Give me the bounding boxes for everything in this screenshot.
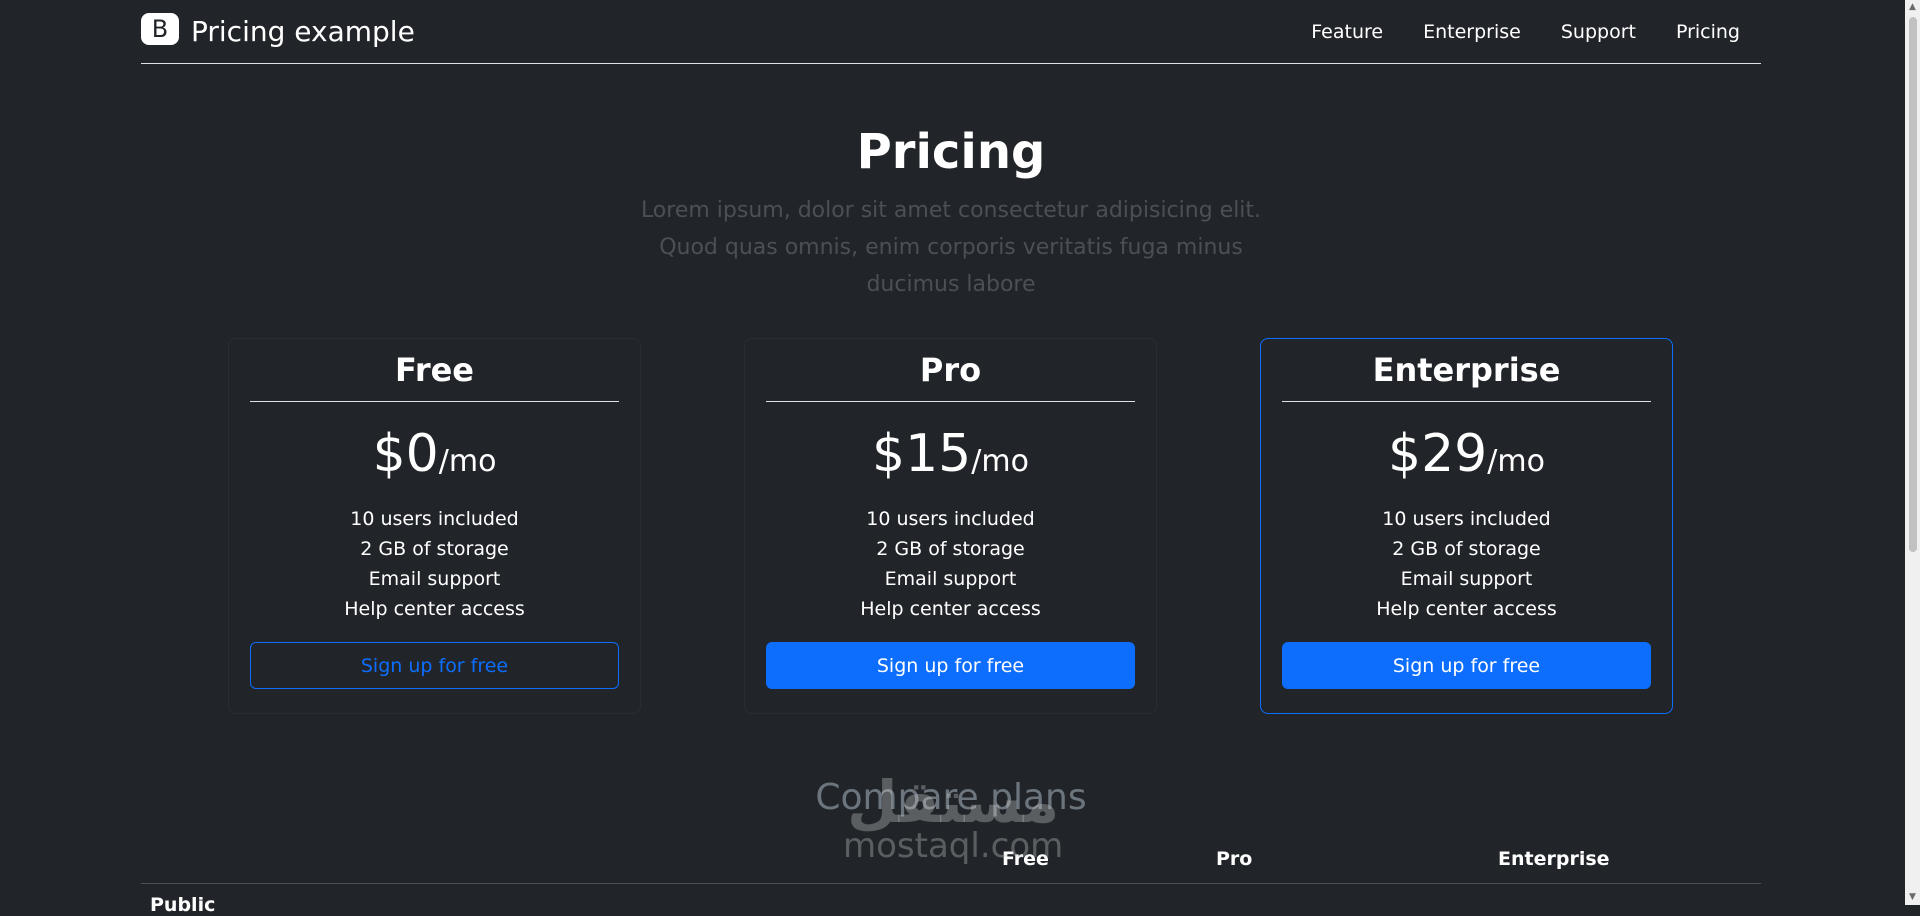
column-free: Free	[1002, 848, 1049, 870]
vertical-scrollbar[interactable]: ▲ ▼	[1905, 0, 1920, 905]
column-enterprise: Enterprise	[1498, 848, 1610, 870]
plan-price: $29/mo	[1261, 424, 1672, 484]
feature-item: 10 users included	[1382, 508, 1551, 530]
price-amount: $0	[372, 424, 439, 484]
feature-item: Email support	[884, 568, 1017, 590]
signup-enterprise-button[interactable]: Sign up for free	[1282, 642, 1651, 689]
plan-price: $15/mo	[745, 424, 1156, 484]
nav-enterprise[interactable]: Enterprise	[1423, 21, 1521, 43]
pricing-card-pro: Pro $15/mo 10 users included 2 GB of sto…	[744, 338, 1157, 714]
hero-lead: Lorem ipsum, dolor sit amet consectetur …	[640, 198, 1262, 297]
feature-item: Email support	[368, 568, 501, 590]
signup-pro-button[interactable]: Sign up for free	[766, 642, 1135, 689]
plan-name: Enterprise	[1282, 339, 1651, 402]
price-amount: $15	[872, 424, 972, 484]
feature-item: Help center access	[344, 598, 525, 620]
feature-list: 10 users included 2 GB of storage Email …	[229, 504, 640, 624]
plan-price: $0/mo	[229, 424, 640, 484]
compare-table-header: Free Pro Enterprise	[141, 846, 1761, 884]
hero: Pricing Lorem ipsum, dolor sit amet cons…	[141, 124, 1761, 303]
feature-item: 10 users included	[350, 508, 519, 530]
feature-item: 2 GB of storage	[1392, 538, 1541, 560]
main-nav: Feature Enterprise Support Pricing	[1271, 21, 1761, 43]
feature-list: 10 users included 2 GB of storage Email …	[1261, 504, 1672, 624]
compare-title: Compare plans	[815, 777, 1087, 818]
nav-support[interactable]: Support	[1561, 21, 1636, 43]
plan-name: Pro	[766, 339, 1135, 402]
page-container: B Pricing example Feature Enterprise Sup…	[141, 0, 1761, 916]
scrollbar-thumb[interactable]	[1909, 17, 1917, 552]
brand[interactable]: B Pricing example	[141, 12, 415, 48]
price-unit: /mo	[438, 444, 497, 479]
feature-item: 2 GB of storage	[360, 538, 509, 560]
feature-list: 10 users included 2 GB of storage Email …	[745, 504, 1156, 624]
pricing-card-free: Free $0/mo 10 users included 2 GB of sto…	[228, 338, 641, 714]
feature-item: Email support	[1400, 568, 1533, 590]
price-amount: $29	[1388, 424, 1488, 484]
pricing-cards: Free $0/mo 10 users included 2 GB of sto…	[228, 338, 1673, 714]
feature-item: Help center access	[1376, 598, 1557, 620]
pricing-card-enterprise: Enterprise $29/mo 10 users included 2 GB…	[1260, 338, 1673, 714]
feature-item: 2 GB of storage	[876, 538, 1025, 560]
plan-name: Free	[250, 339, 619, 402]
scroll-up-arrow-icon[interactable]: ▲	[1905, 0, 1920, 15]
table-row-label: Public	[150, 894, 216, 916]
price-unit: /mo	[971, 444, 1029, 479]
page-title: Pricing	[856, 124, 1046, 180]
nav-feature[interactable]: Feature	[1311, 21, 1383, 43]
feature-item: Help center access	[860, 598, 1041, 620]
column-pro: Pro	[1216, 848, 1253, 870]
feature-item: 10 users included	[866, 508, 1035, 530]
scroll-down-arrow-icon[interactable]: ▼	[1905, 890, 1920, 905]
bootstrap-logo-icon: B	[141, 12, 179, 45]
nav-pricing[interactable]: Pricing	[1676, 21, 1740, 43]
price-unit: /mo	[1487, 444, 1545, 479]
site-header: B Pricing example Feature Enterprise Sup…	[141, 0, 1761, 64]
signup-free-button[interactable]: Sign up for free	[250, 642, 619, 689]
brand-name: Pricing example	[191, 15, 415, 48]
